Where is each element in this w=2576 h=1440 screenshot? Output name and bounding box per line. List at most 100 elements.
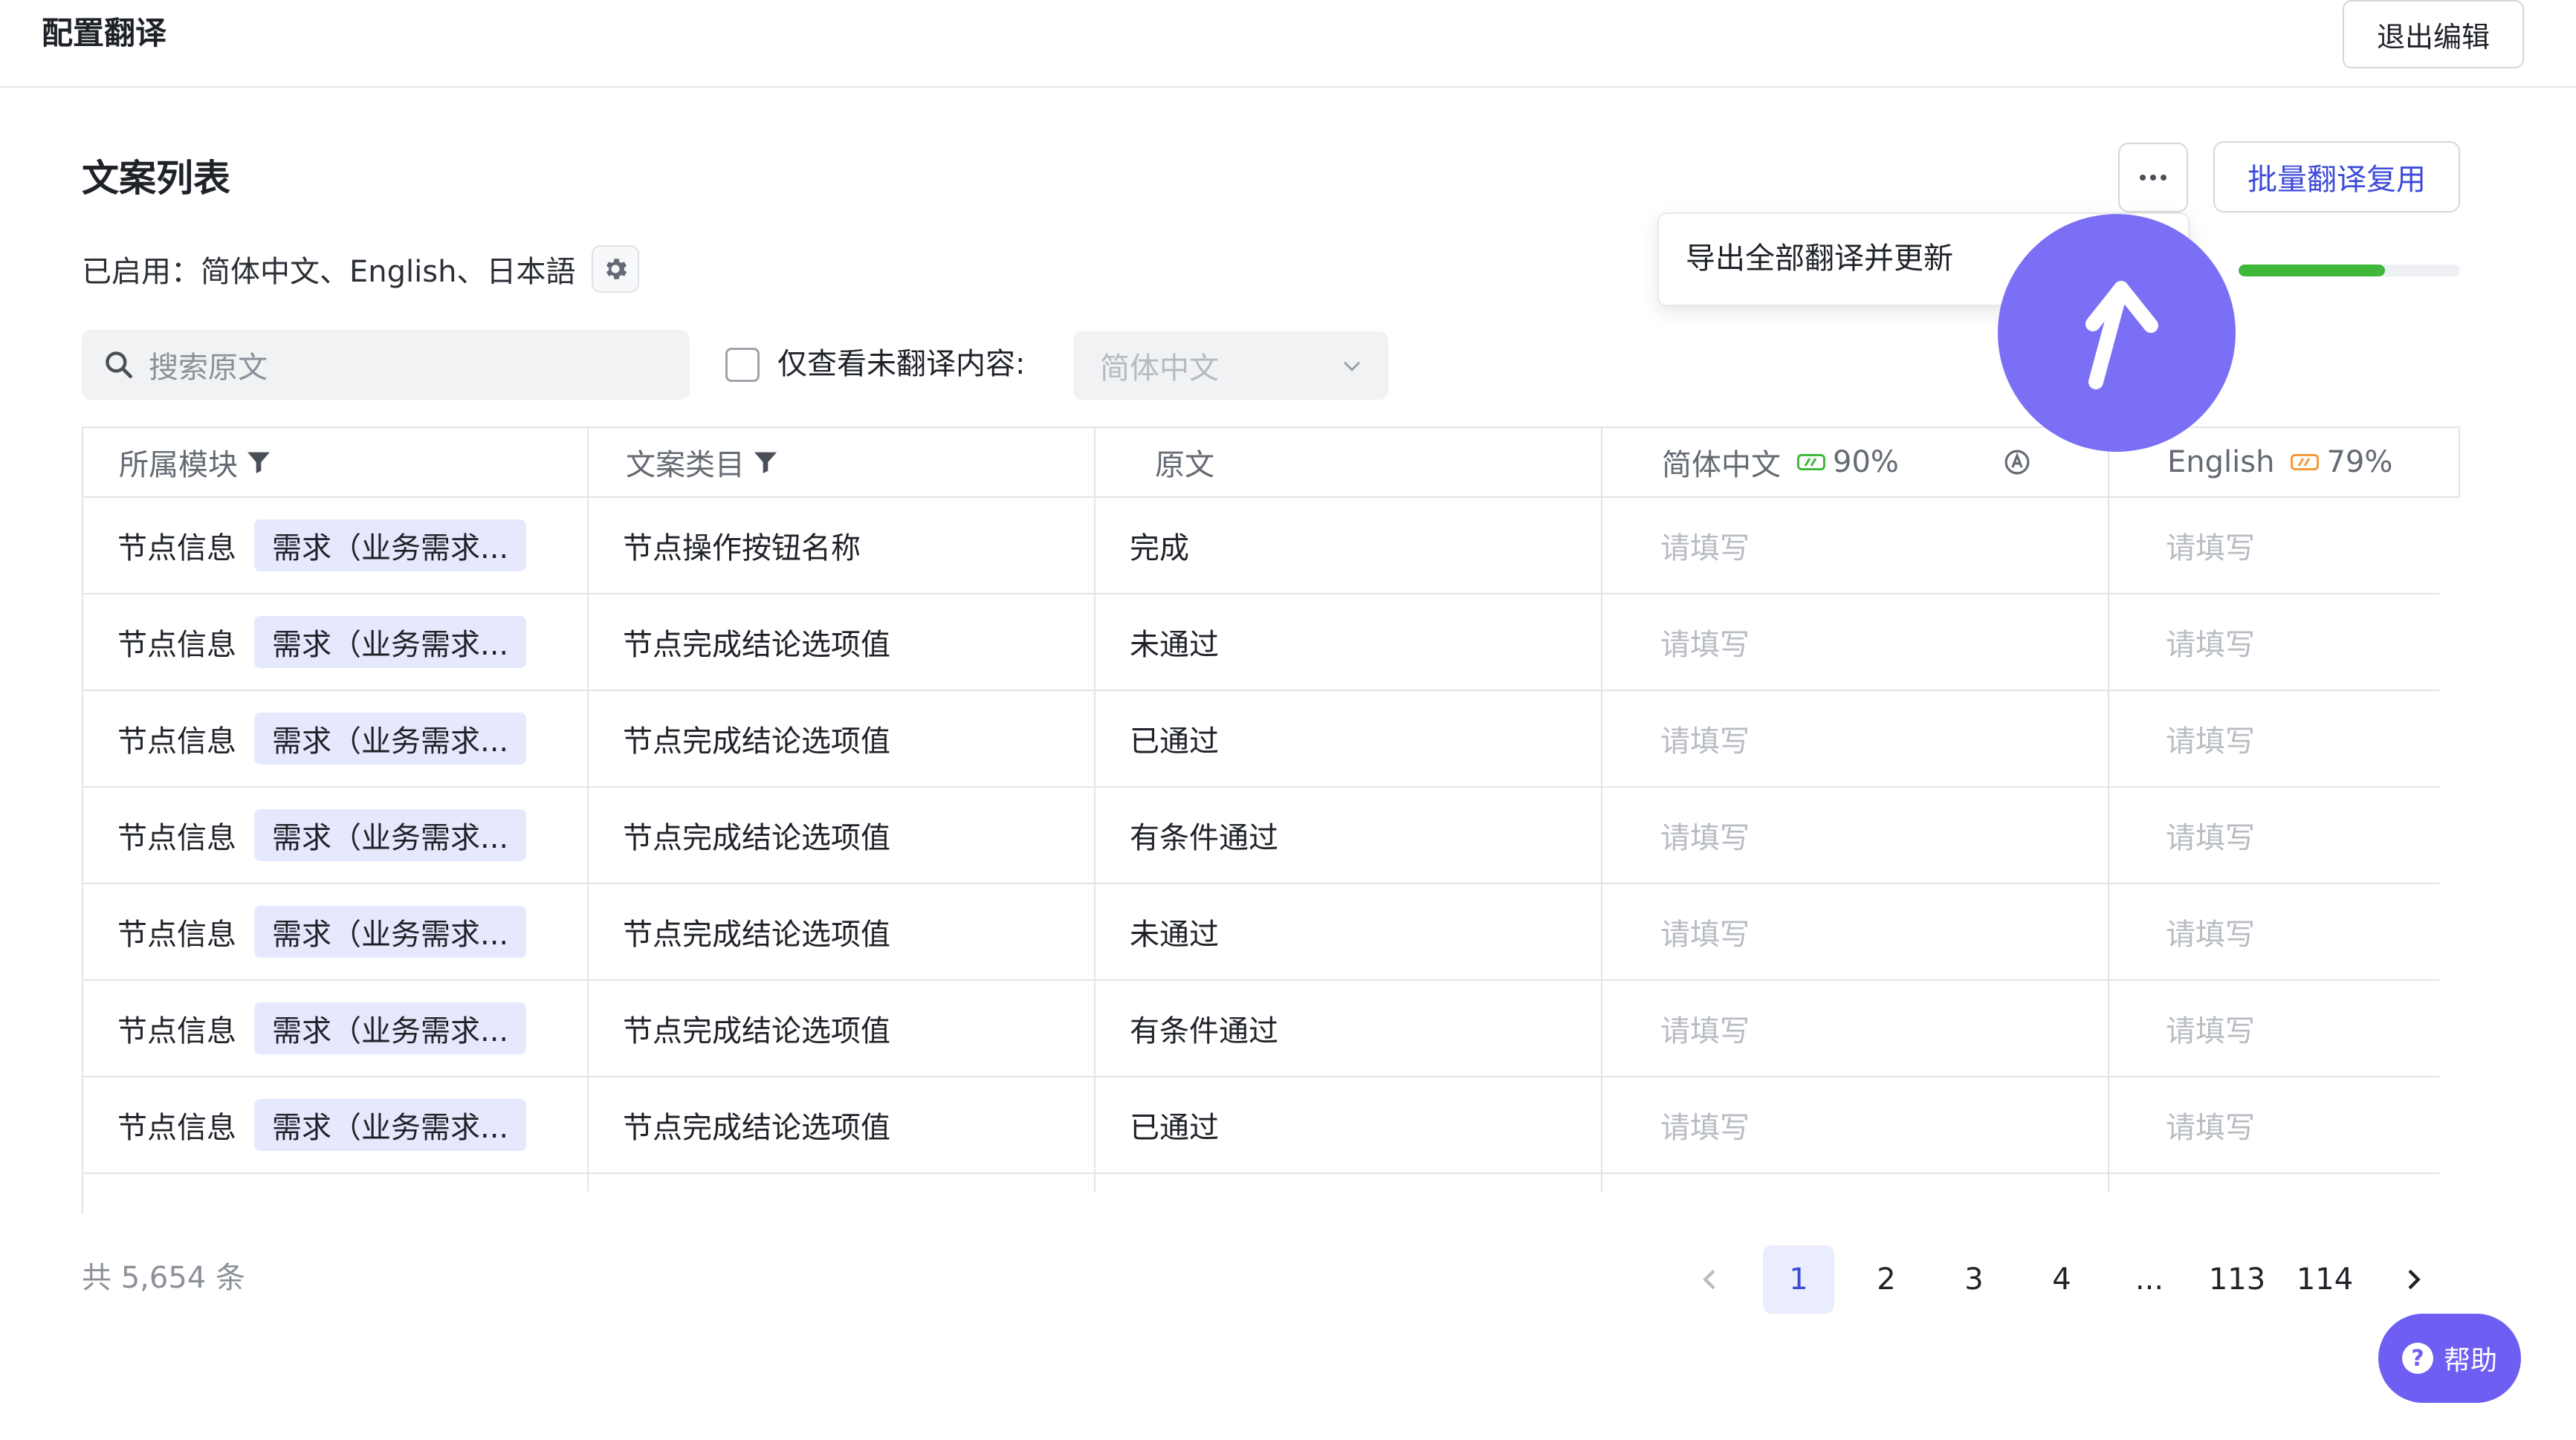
total-count: 共 5,654 条 [82,1261,245,1295]
prev-page-button[interactable] [1684,1245,1736,1314]
click-indicator [1998,214,2236,452]
cell-module: 节点信息 需求（业务需求... [117,594,527,690]
filter-icon[interactable] [751,447,780,477]
page-1[interactable]: 1 [1763,1245,1834,1314]
next-page-button[interactable] [2387,1245,2439,1314]
top-bar [0,0,2576,88]
cell-module: 节点信息 需求（业务需求... [117,981,527,1076]
column-zh-label: 简体中文 [1662,448,1781,482]
cell-en-input[interactable]: 请填写 [2166,691,2255,786]
cell-zh-input[interactable]: 请填写 [1660,788,1750,883]
cell-category: 节点完成结论选项值 [623,628,890,662]
untranslated-only-label: 仅查看未翻译内容: [777,347,1026,381]
cell-en-input[interactable]: 请填写 [2166,594,2255,690]
more-dot [2161,175,2166,181]
cell-original: 有条件通过 [1130,1014,1278,1048]
cell-en-input[interactable]: 请填写 [2166,981,2255,1076]
arrow-up-right-icon [2085,281,2158,389]
column-category-label: 文案类目 [626,448,745,482]
cell-en-input[interactable]: 请填写 [2166,884,2255,979]
cell-original: 已通过 [1130,1111,1219,1145]
module-name: 节点信息 [117,918,236,952]
cell-category: 节点完成结论选项值 [623,821,890,855]
module-tag: 需求（业务需求... [254,1002,527,1054]
module-name: 节点信息 [117,628,236,662]
table-row: 节点信息 需求（业务需求... 节点完成结论选项值 未通过 请填写 请填写 [82,594,2439,691]
cell-zh-input[interactable]: 请填写 [1660,1077,1750,1173]
module-tag: 需求（业务需求... [254,519,527,571]
page-113[interactable]: 113 [2201,1245,2273,1314]
export-all-translations-item[interactable]: 导出全部翻译并更新 [1686,236,1953,281]
column-divider [1094,427,1096,1192]
page-title: 配置翻译 [42,15,167,51]
cell-zh-input[interactable]: 请填写 [1660,981,1750,1076]
help-button[interactable]: ? 帮助 [2378,1314,2521,1403]
enabled-languages: 简体中文、English、日本語 [201,255,576,289]
module-tag: 需求（业务需求... [254,809,527,861]
column-en-percent: 79% [2326,445,2393,479]
cell-category: 节点操作按钮名称 [623,531,861,565]
table-row: 节点信息 需求（业务需求... 节点完成结论选项值 已通过 请填写 请填写 [82,691,2439,788]
cell-category: 节点完成结论选项值 [623,1111,890,1145]
question-icon: ? [2401,1343,2433,1374]
cell-module: 节点信息 需求（业务需求... [117,498,527,593]
column-original: 原文 [1155,428,1214,496]
column-module: 所属模块 [119,428,274,496]
column-category: 文案类目 [626,428,780,496]
cell-category: 节点完成结论选项值 [623,724,890,759]
battery-icon [2291,454,2320,470]
cell-en-input[interactable]: 请填写 [2166,498,2255,593]
chevron-left-icon [1703,1269,1715,1290]
progress-fill [2239,265,2385,276]
column-original-label: 原文 [1155,448,1214,482]
exit-edit-button[interactable]: 退出编辑 [2343,0,2524,68]
module-name: 节点信息 [117,531,236,565]
cell-zh-input[interactable]: 请填写 [1660,594,1750,690]
untranslated-only-checkbox[interactable] [725,348,760,382]
batch-translate-reuse-button[interactable]: 批量翻译复用 [2213,141,2460,213]
language-select[interactable]: 简体中文 [1073,331,1388,400]
column-divider [587,427,589,1192]
page-2[interactable]: 2 [1851,1245,1922,1314]
column-zh: 简体中文 90% [1662,428,2033,496]
page-114[interactable]: 114 [2289,1245,2360,1314]
cell-original: 完成 [1130,531,1189,565]
cell-module: 节点信息 需求（业务需求... [117,691,527,786]
column-divider [2108,427,2109,1192]
cell-module: 节点信息 需求（业务需求... [117,1077,527,1173]
gear-icon [606,259,627,279]
language-select-value: 简体中文 [1100,351,1219,386]
module-name: 节点信息 [117,724,236,759]
page-4[interactable]: 4 [2026,1245,2097,1314]
module-tag: 需求（业务需求... [254,616,527,668]
table-row: 节点信息 需求（业务需求... 节点完成结论选项值 已通过 请填写 请填写 [82,1077,2439,1174]
enabled-prefix: 已启用： [82,255,201,289]
search-icon [106,351,132,378]
help-label: 帮助 [2443,1346,2497,1376]
cell-en-input[interactable]: 请填写 [2166,788,2255,883]
chevron-down-icon [1343,361,1361,372]
table-row: 节点信息 需求（业务需求... 节点完成结论选项值 未通过 请填写 请填写 [82,884,2439,981]
cell-zh-input[interactable]: 请填写 [1660,498,1750,593]
page-3[interactable]: 3 [1938,1245,2010,1314]
cell-original: 有条件通过 [1130,821,1278,855]
filter-icon[interactable] [244,447,274,477]
search-placeholder: 搜索原文 [149,351,268,385]
cell-category: 节点完成结论选项值 [623,1014,890,1048]
cell-zh-input[interactable]: 请填写 [1660,691,1750,786]
cell-zh-input[interactable]: 请填写 [1660,884,1750,979]
page-ellipsis: ... [2135,1262,2164,1297]
cell-en-input[interactable]: 请填写 [2166,1077,2255,1173]
language-settings-button[interactable] [592,245,640,293]
column-module-label: 所属模块 [119,448,238,482]
search-input[interactable]: 搜索原文 [82,330,690,400]
module-tag: 需求（业务需求... [254,713,527,765]
more-dot [2140,175,2146,181]
column-divider [82,427,83,1214]
more-options-button[interactable] [2118,143,2188,213]
module-name: 节点信息 [117,1014,236,1048]
cell-original: 未通过 [1130,918,1219,952]
table-row: 节点信息 需求（业务需求... 节点操作按钮名称 完成 请填写 请填写 [82,498,2439,594]
cell-category: 节点完成结论选项值 [623,918,890,952]
table-row: 节点信息 需求（业务需求... 节点完成结论选项值 有条件通过 请填写 请填写 [82,981,2439,1077]
